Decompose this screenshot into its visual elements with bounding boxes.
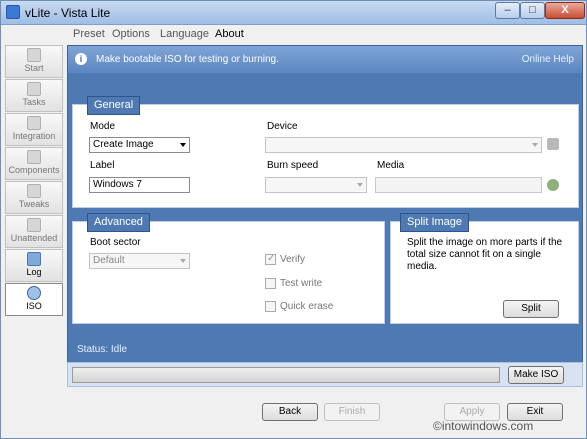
- menu-about[interactable]: About: [215, 28, 244, 40]
- sidebar-item-label: Tweaks: [18, 199, 50, 209]
- quick-erase-checkbox[interactable]: Quick erase: [265, 301, 333, 312]
- chevron-down-icon: [180, 143, 186, 147]
- unattended-icon: [27, 218, 41, 232]
- sidebar-item-tweaks[interactable]: Tweaks: [5, 181, 63, 214]
- sidebar-item-start[interactable]: Start: [5, 45, 63, 78]
- checkbox-box: [265, 253, 276, 265]
- sidebar-item-label: ISO: [26, 301, 42, 311]
- sidebar: Start Tasks Integration Components Tweak…: [5, 45, 63, 316]
- start-icon: [27, 48, 41, 62]
- burn-speed-select[interactable]: [265, 177, 367, 193]
- sidebar-item-components[interactable]: Components: [5, 147, 63, 180]
- test-write-label: Test write: [280, 278, 323, 290]
- sidebar-item-tasks[interactable]: Tasks: [5, 79, 63, 112]
- sidebar-item-label: Log: [26, 267, 42, 277]
- sidebar-item-label: Components: [8, 165, 60, 175]
- boot-sector-label: Boot sector: [90, 237, 141, 248]
- sidebar-item-log[interactable]: Log: [5, 249, 63, 282]
- menu-bar: Preset Options Language About: [1, 25, 586, 44]
- window-title: vLite - Vista Lite: [25, 6, 111, 20]
- mode-label: Mode: [90, 121, 116, 132]
- iso-icon: [27, 286, 41, 300]
- close-button[interactable]: X: [545, 2, 585, 19]
- chevron-down-icon: [357, 183, 363, 187]
- status-bar: Status: Idle: [68, 341, 582, 357]
- device-select[interactable]: [265, 137, 542, 153]
- maximize-button[interactable]: □: [520, 2, 545, 19]
- app-icon: [6, 5, 20, 19]
- checkbox-box: [265, 301, 276, 312]
- refresh-icon[interactable]: [547, 179, 559, 191]
- watermark: ©intowindows.com: [433, 419, 534, 433]
- media-label: Media: [377, 160, 405, 171]
- app-window: vLite - Vista Lite – □ X Preset Options …: [0, 0, 587, 439]
- sidebar-item-iso[interactable]: ISO: [5, 283, 63, 316]
- split-image-tab: Split Image: [400, 213, 470, 232]
- device-label: Device: [267, 121, 298, 132]
- chevron-down-icon: [180, 259, 186, 263]
- status-text: Status: Idle: [77, 344, 128, 355]
- split-image-panel: Split Image Split the image on more part…: [390, 213, 579, 324]
- sidebar-item-integration[interactable]: Integration: [5, 113, 63, 146]
- info-bar: i Make bootable ISO for testing or burni…: [68, 46, 582, 73]
- advanced-panel: Advanced Boot sector Default Verify Test…: [72, 213, 385, 324]
- split-button[interactable]: Split: [503, 300, 559, 318]
- label-label: Label: [90, 160, 115, 171]
- sidebar-item-label: Integration: [12, 131, 56, 141]
- sidebar-item-label: Tasks: [22, 97, 46, 107]
- quick-erase-label: Quick erase: [280, 301, 334, 313]
- advanced-tab: Advanced: [87, 213, 150, 232]
- split-description: Split the image on more parts if the tot…: [407, 237, 563, 272]
- boot-sector-value: Default: [93, 255, 125, 266]
- online-help-link[interactable]: Online Help: [522, 54, 574, 65]
- info-icon: i: [75, 53, 87, 65]
- label-field[interactable]: Windows 7: [89, 177, 190, 193]
- minimize-button[interactable]: –: [495, 2, 520, 19]
- menu-language[interactable]: Language: [160, 28, 209, 40]
- sidebar-item-unattended[interactable]: Unattended: [5, 215, 63, 248]
- make-iso-button[interactable]: Make ISO: [508, 366, 564, 384]
- info-text: Make bootable ISO for testing or burning…: [96, 54, 279, 65]
- log-icon: [27, 252, 41, 266]
- general-tab: General: [87, 96, 141, 115]
- title-bar: vLite - Vista Lite – □ X: [1, 1, 586, 25]
- burn-speed-label: Burn speed: [267, 160, 319, 171]
- menu-options[interactable]: Options: [112, 28, 150, 40]
- mode-value: Create Image: [93, 139, 154, 150]
- verify-label: Verify: [280, 254, 306, 266]
- tasks-icon: [27, 82, 41, 96]
- sidebar-item-label: Start: [24, 63, 44, 73]
- sidebar-item-label: Unattended: [10, 233, 58, 243]
- components-icon: [27, 150, 41, 164]
- media-field[interactable]: [375, 177, 542, 193]
- tweaks-icon: [27, 184, 41, 198]
- checkbox-box: [265, 278, 276, 289]
- eject-icon[interactable]: [547, 138, 559, 150]
- test-write-checkbox[interactable]: Test write: [265, 278, 322, 289]
- mode-select[interactable]: Create Image: [89, 137, 190, 153]
- chevron-down-icon: [532, 143, 538, 147]
- menu-preset[interactable]: Preset: [73, 28, 105, 40]
- integration-icon: [27, 116, 41, 130]
- boot-sector-select[interactable]: Default: [89, 253, 190, 269]
- iso-page: i Make bootable ISO for testing or burni…: [67, 45, 583, 373]
- finish-button[interactable]: Finish: [324, 403, 380, 421]
- progress-bar: [72, 367, 500, 383]
- progress-strip: Make ISO: [67, 362, 583, 387]
- general-panel: General Mode Create Image Device Label W…: [72, 96, 579, 208]
- verify-checkbox[interactable]: Verify: [265, 253, 306, 266]
- back-button[interactable]: Back: [262, 403, 318, 421]
